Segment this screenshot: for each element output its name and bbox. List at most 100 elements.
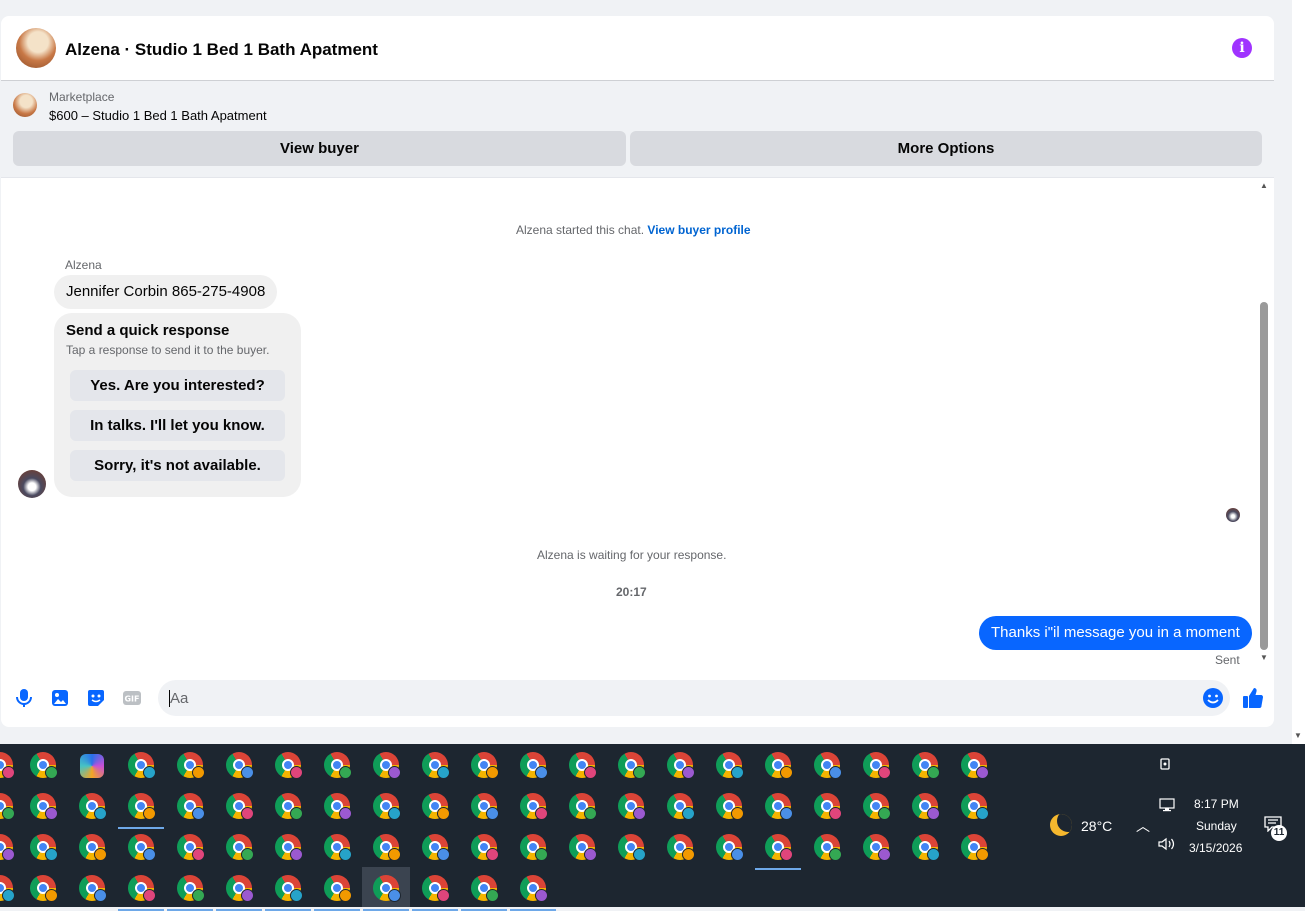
gif-icon[interactable]: GIF: [120, 686, 144, 710]
chrome-profile-icon[interactable]: [667, 793, 695, 820]
chrome-profile-icon[interactable]: [118, 793, 164, 829]
chrome-profile-icon[interactable]: [422, 834, 450, 861]
chrome-profile-icon[interactable]: [618, 834, 646, 861]
chrome-profile-icon[interactable]: [275, 752, 303, 779]
chevron-up-icon[interactable]: ︿: [1136, 816, 1150, 836]
chrome-profile-icon[interactable]: [79, 793, 107, 820]
chrome-profile-icon[interactable]: [226, 752, 254, 779]
copilot-icon[interactable]: [80, 754, 104, 778]
more-options-button[interactable]: More Options: [630, 131, 1262, 166]
outgoing-message[interactable]: Thanks i"il message you in a moment: [979, 616, 1252, 650]
emoji-icon[interactable]: [1201, 686, 1225, 710]
thumbs-up-icon[interactable]: [1240, 685, 1266, 711]
chrome-profile-icon[interactable]: [569, 752, 597, 779]
chrome-profile-icon[interactable]: [814, 752, 842, 779]
chrome-profile-icon[interactable]: [226, 834, 254, 861]
quick-response-yes-button[interactable]: Yes. Are you interested?: [70, 370, 285, 401]
chrome-profile-icon[interactable]: [128, 834, 156, 861]
chrome-profile-icon[interactable]: [520, 834, 548, 861]
photo-icon[interactable]: [48, 686, 72, 710]
message-scroll-up-icon[interactable]: ▲: [1260, 181, 1268, 190]
chrome-profile-icon[interactable]: [912, 793, 940, 820]
message-scrollbar-thumb[interactable]: [1260, 302, 1268, 650]
info-icon[interactable]: i: [1232, 38, 1252, 58]
chrome-profile-icon[interactable]: [363, 875, 409, 911]
moon-icon[interactable]: [1050, 814, 1072, 836]
page-scrollbar[interactable]: ▼: [1292, 0, 1305, 744]
listing-price-title[interactable]: $600 – Studio 1 Bed 1 Bath Apatment: [49, 108, 267, 123]
meet-now-icon[interactable]: [1159, 757, 1173, 771]
chrome-profile-icon[interactable]: [79, 834, 107, 861]
quick-response-not-available-button[interactable]: Sorry, it's not available.: [70, 450, 285, 481]
chrome-profile-icon[interactable]: [226, 793, 254, 820]
chrome-profile-icon[interactable]: [618, 752, 646, 779]
view-buyer-profile-link[interactable]: View buyer profile: [647, 223, 750, 237]
weather-temperature[interactable]: 28°C: [1081, 818, 1112, 834]
sticker-icon[interactable]: [84, 686, 108, 710]
chrome-profile-icon[interactable]: [177, 793, 205, 820]
chrome-profile-icon[interactable]: [961, 793, 989, 820]
chrome-profile-icon[interactable]: [412, 875, 458, 911]
chrome-profile-icon[interactable]: [30, 875, 58, 902]
chrome-profile-icon[interactable]: [30, 834, 58, 861]
microphone-icon[interactable]: [12, 686, 36, 710]
chrome-profile-icon[interactable]: [667, 834, 695, 861]
chrome-profile-icon[interactable]: [324, 834, 352, 861]
chrome-profile-icon[interactable]: [765, 752, 793, 779]
chrome-profile-icon[interactable]: [765, 793, 793, 820]
message-scroll-down-icon[interactable]: ▼: [1260, 653, 1268, 662]
chrome-profile-icon[interactable]: [716, 793, 744, 820]
chrome-profile-icon[interactable]: [30, 752, 58, 779]
chrome-profile-icon[interactable]: [30, 793, 58, 820]
chrome-profile-icon[interactable]: [314, 875, 360, 911]
volume-icon[interactable]: [1158, 837, 1176, 851]
chrome-profile-icon[interactable]: [510, 875, 556, 911]
clock-day[interactable]: Sunday: [1196, 819, 1237, 833]
chrome-profile-icon[interactable]: [814, 834, 842, 861]
chrome-profile-icon[interactable]: [961, 834, 989, 861]
chrome-profile-icon[interactable]: [912, 834, 940, 861]
chrome-profile-icon[interactable]: [569, 834, 597, 861]
chat-title[interactable]: Alzena · Studio 1 Bed 1 Bath Apatment: [65, 40, 378, 60]
view-buyer-button[interactable]: View buyer: [13, 131, 626, 166]
chrome-profile-icon[interactable]: [422, 752, 450, 779]
chrome-profile-icon[interactable]: [471, 834, 499, 861]
chrome-profile-icon[interactable]: [863, 793, 891, 820]
chrome-profile-icon[interactable]: [79, 875, 107, 902]
listing-avatar[interactable]: [16, 28, 56, 68]
chrome-profile-icon[interactable]: [863, 834, 891, 861]
chrome-profile-icon[interactable]: [0, 875, 15, 902]
message-input[interactable]: Aa: [158, 680, 1230, 716]
chrome-profile-icon[interactable]: [275, 834, 303, 861]
chrome-profile-icon[interactable]: [520, 752, 548, 779]
chrome-profile-icon[interactable]: [167, 875, 213, 911]
chrome-profile-icon[interactable]: [961, 752, 989, 779]
chrome-profile-icon[interactable]: [275, 793, 303, 820]
scroll-down-arrow-icon[interactable]: ▼: [1294, 731, 1302, 740]
chrome-profile-icon[interactable]: [373, 793, 401, 820]
listing-thumbnail[interactable]: [13, 93, 37, 117]
chrome-profile-icon[interactable]: [912, 752, 940, 779]
chrome-profile-icon[interactable]: [569, 793, 597, 820]
chrome-profile-icon[interactable]: [373, 834, 401, 861]
chrome-profile-icon[interactable]: [0, 793, 15, 820]
chrome-profile-icon[interactable]: [667, 752, 695, 779]
chrome-profile-icon[interactable]: [814, 793, 842, 820]
chrome-profile-icon[interactable]: [216, 875, 262, 911]
network-icon[interactable]: [1159, 798, 1175, 812]
chrome-profile-icon[interactable]: [324, 752, 352, 779]
chrome-profile-icon[interactable]: [716, 834, 744, 861]
chrome-profile-icon[interactable]: [716, 752, 744, 779]
chrome-profile-icon[interactable]: [373, 752, 401, 779]
chrome-profile-icon[interactable]: [324, 793, 352, 820]
chrome-profile-icon[interactable]: [0, 834, 15, 861]
chrome-profile-icon[interactable]: [471, 793, 499, 820]
chrome-profile-icon[interactable]: [863, 752, 891, 779]
clock-date[interactable]: 3/15/2026: [1189, 841, 1242, 855]
chrome-profile-icon[interactable]: [177, 834, 205, 861]
chrome-profile-icon[interactable]: [461, 875, 507, 911]
chrome-profile-icon[interactable]: [618, 793, 646, 820]
chrome-profile-icon[interactable]: [128, 752, 156, 779]
chrome-profile-icon[interactable]: [177, 752, 205, 779]
chrome-profile-icon[interactable]: [520, 793, 548, 820]
